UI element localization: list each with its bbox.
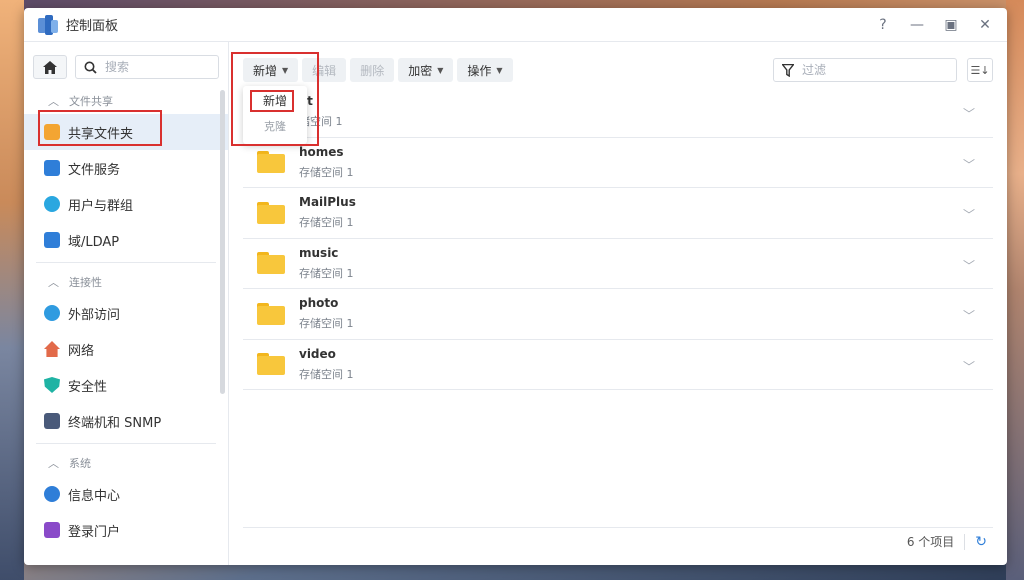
chevron-down-icon[interactable]: ﹀: [963, 105, 975, 122]
table-row[interactable]: music 存储空间 1 ﹀: [243, 239, 993, 289]
sidebar-item-external-access[interactable]: 外部访问: [24, 295, 228, 331]
sidebar-item-shared-folder[interactable]: 共享文件夹: [24, 114, 228, 150]
encrypt-button[interactable]: 加密 ▼: [398, 58, 454, 82]
close-button[interactable]: ✕: [977, 17, 993, 33]
table-row[interactable]: MailPlus 存储空间 1 ﹀: [243, 188, 993, 239]
control-panel-app-icon: [38, 14, 58, 35]
desktop-background-right: [1006, 0, 1024, 580]
folder-icon: [257, 252, 285, 275]
new-dropdown-menu: 新增 克隆: [243, 86, 307, 144]
folder-icon: [257, 151, 285, 174]
info-center-icon: [44, 486, 60, 502]
shared-folder-icon: [44, 124, 60, 140]
file-services-icon: [44, 160, 60, 176]
table-row[interactable]: photo 存储空间 1 ﹀: [243, 289, 993, 340]
caret-down-icon: ▼: [496, 65, 503, 75]
table-row[interactable]: homes 存储空间 1 ﹀: [243, 138, 993, 188]
chevron-down-icon[interactable]: ﹀: [963, 358, 975, 375]
desktop-background-left: [0, 0, 24, 580]
maximize-button[interactable]: ▣: [943, 17, 959, 33]
edit-button[interactable]: 编辑: [302, 58, 347, 82]
filter-icon: [782, 63, 794, 77]
sidebar-search[interactable]: [75, 55, 219, 79]
folder-icon: [257, 302, 285, 325]
sort-icon: ☰↓: [970, 63, 990, 77]
ldap-icon: [44, 232, 60, 248]
new-button[interactable]: 新增 ▼: [243, 58, 299, 82]
window-title: 控制面板: [66, 19, 119, 34]
folder-icon: [257, 201, 285, 224]
help-button[interactable]: ?: [875, 17, 891, 33]
chevron-down-icon[interactable]: ﹀: [963, 156, 975, 173]
section-file-sharing[interactable]: ︿ 文件共享: [24, 88, 228, 114]
item-count: 6 个项目: [906, 535, 955, 549]
main-panel: 新增 ▼ 编辑 删除 加密 ▼ 操作 ▼ 过滤 ☰↓ 储空间 1 ﹀ homes…: [229, 42, 1007, 565]
sidebar: ︿ 文件共享 共享文件夹 文件服务 用户与群组 域/LDAP ︿: [24, 42, 229, 565]
sidebar-item-ldap[interactable]: 域/LDAP: [24, 222, 228, 258]
filter-box[interactable]: [773, 58, 957, 82]
list-footer: 6 个项目 ↻: [243, 527, 993, 555]
table-row[interactable]: video 存储空间 1 ﹀: [243, 340, 993, 390]
minimize-button[interactable]: —: [909, 17, 925, 33]
folder-icon: [257, 353, 285, 376]
sort-button[interactable]: ☰↓: [967, 58, 993, 82]
sidebar-item-security[interactable]: 安全性: [24, 367, 228, 403]
sidebar-divider: [36, 443, 216, 444]
terminal-icon: [44, 413, 60, 429]
control-panel-window: 控制面板 ? — ▣ ✕ ︿ 文件共享: [24, 8, 1007, 565]
section-connectivity[interactable]: ︿ 连接性: [24, 269, 228, 295]
users-icon: [44, 196, 60, 212]
section-system[interactable]: ︿ 系统: [24, 450, 228, 476]
sidebar-divider: [36, 262, 216, 263]
external-access-icon: [44, 305, 60, 321]
chevron-down-icon[interactable]: ﹀: [963, 206, 975, 223]
caret-down-icon: ▼: [282, 65, 289, 75]
sidebar-item-login-portal[interactable]: 登录门户: [24, 512, 228, 548]
chevron-up-icon: ︿: [48, 457, 59, 470]
chevron-down-icon[interactable]: ﹀: [963, 257, 975, 274]
refresh-icon[interactable]: ↻: [975, 534, 987, 550]
delete-button[interactable]: 删除: [350, 58, 395, 82]
action-button[interactable]: 操作 ▼: [457, 58, 513, 82]
chevron-down-icon[interactable]: ﹀: [963, 307, 975, 324]
footer-divider: [964, 533, 966, 550]
home-icon: [43, 60, 57, 74]
sidebar-item-terminal-snmp[interactable]: 终端机和 SNMP: [24, 403, 228, 439]
chevron-up-icon: ︿: [48, 276, 59, 289]
highlight-menu-new: [250, 90, 294, 112]
sidebar-item-file-services[interactable]: 文件服务: [24, 150, 228, 186]
sidebar-scrollbar[interactable]: [220, 90, 225, 394]
sidebar-item-network[interactable]: 网络: [24, 331, 228, 367]
title-bar: 控制面板 ? — ▣ ✕: [24, 8, 1007, 42]
sidebar-item-users-groups[interactable]: 用户与群组: [24, 186, 228, 222]
login-portal-icon: [44, 522, 60, 538]
sidebar-search-input[interactable]: [105, 60, 195, 74]
table-row[interactable]: at 储空间 1 ﹀: [243, 87, 993, 138]
caret-down-icon: ▼: [437, 65, 444, 75]
sidebar-item-info-center[interactable]: 信息中心: [24, 476, 228, 512]
chevron-up-icon: ︿: [48, 95, 59, 108]
toolbar: 新增 ▼ 编辑 删除 加密 ▼ 操作 ▼ 过滤 ☰↓: [229, 50, 1007, 90]
filter-input[interactable]: [802, 63, 942, 77]
shared-folder-list: at 储空间 1 ﹀ homes 存储空间 1 ﹀ Mail: [243, 87, 993, 390]
network-icon: [44, 341, 60, 357]
home-button[interactable]: [33, 55, 67, 79]
search-icon: [84, 61, 97, 74]
security-shield-icon: [44, 377, 60, 393]
menu-item-clone[interactable]: 克隆: [243, 113, 307, 138]
